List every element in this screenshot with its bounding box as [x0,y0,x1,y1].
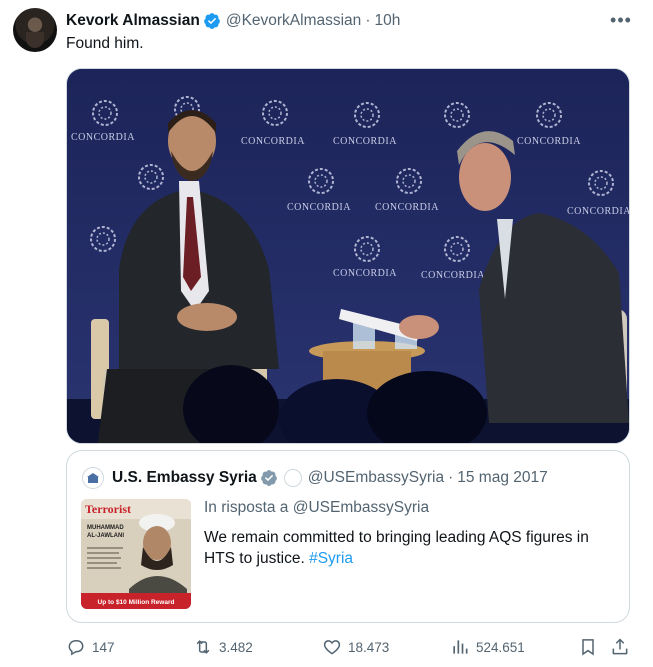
tweet-time[interactable]: 10h [374,12,400,30]
tweet-text: Found him. [66,35,144,52]
photo-illustration: CONCORDIA CONCORDIA CONCORDIA CONCORDIA … [67,69,630,443]
backdrop-text: CONCORDIA [287,202,351,213]
quoted-tweet[interactable]: U.S. Embassy Syria @USEmbassySyria · 15 … [66,450,630,623]
backdrop-text: CONCORDIA [567,206,630,217]
reply-context: In risposta a @USEmbassySyria [204,499,429,517]
poster-first-name: MUHAMMAD [87,525,124,531]
action-bar: 147 3.482 18.473 524.651 [66,635,632,659]
repost-icon [196,640,210,654]
quoted-author-handle[interactable]: @USEmbassySyria [308,469,444,487]
like-icon [323,640,341,655]
quoted-date[interactable]: 15 mag 2017 [457,469,548,487]
quoted-text-main: We remain committed to bringing leading … [204,529,589,567]
hashtag-link[interactable]: #Syria [309,550,353,567]
share-icon [612,638,628,655]
backdrop-text: CONCORDIA [241,136,305,147]
quoted-header: U.S. Embassy Syria @USEmbassySyria · 15 … [82,467,548,489]
reply-button[interactable]: 147 [66,635,115,659]
repost-button[interactable]: 3.482 [193,635,253,659]
backdrop-text: CONCORDIA [333,268,397,279]
reply-prefix: In risposta a [204,499,289,516]
reply-icon [68,640,84,656]
views-button[interactable]: 524.651 [450,635,525,659]
poster-illustration: Terrorist MUHAMMAD AL-JAWLANI Up to $10 … [81,499,191,609]
quoted-wanted-poster[interactable]: Terrorist MUHAMMAD AL-JAWLANI Up to $10 … [81,499,191,609]
poster-last-name: AL-JAWLANI [87,533,124,539]
poster-reward: Up to $10 Million Reward [98,599,175,606]
bookmark-icon [582,639,594,656]
bookmark-button[interactable] [578,635,604,659]
share-button[interactable] [610,635,636,659]
backdrop-text: CONCORDIA [375,202,439,213]
separator-dot: · [365,12,371,29]
backdrop-text: CONCORDIA [71,132,135,143]
views-icon [453,640,468,654]
backdrop-text: CONCORDIA [517,136,581,147]
separator-dot: · [448,469,454,486]
poster-title: Terrorist [85,502,131,516]
more-icon[interactable]: ••• [609,8,633,32]
tweet[interactable]: Kevork Almassian @KevorkAlmassian · 10h … [0,0,653,667]
like-button[interactable]: 18.473 [322,635,389,659]
quoted-text: We remain committed to bringing leading … [204,527,614,569]
verified-badge-icon [203,13,220,29]
reply-count: 147 [92,639,115,655]
author-name[interactable]: Kevork Almassian [66,12,200,30]
quoted-avatar[interactable] [82,467,104,489]
like-count: 18.473 [348,639,390,655]
views-count: 524.651 [476,639,525,655]
government-badge-icon [260,470,277,486]
affiliation-seal-icon [283,469,302,487]
tweet-photo[interactable]: CONCORDIA CONCORDIA CONCORDIA CONCORDIA … [66,68,630,444]
quoted-author-name[interactable]: U.S. Embassy Syria [112,469,257,487]
repost-count: 3.482 [219,639,253,655]
author-handle[interactable]: @KevorkAlmassian [226,12,361,30]
author-avatar[interactable] [13,8,57,52]
embassy-seal-icon [87,473,99,483]
backdrop-text: CONCORDIA [421,270,485,281]
backdrop-text: CONCORDIA [333,136,397,147]
tweet-header: Kevork Almassian @KevorkAlmassian · 10h [66,11,400,31]
reply-to-mention[interactable]: @USEmbassySyria [293,499,429,516]
